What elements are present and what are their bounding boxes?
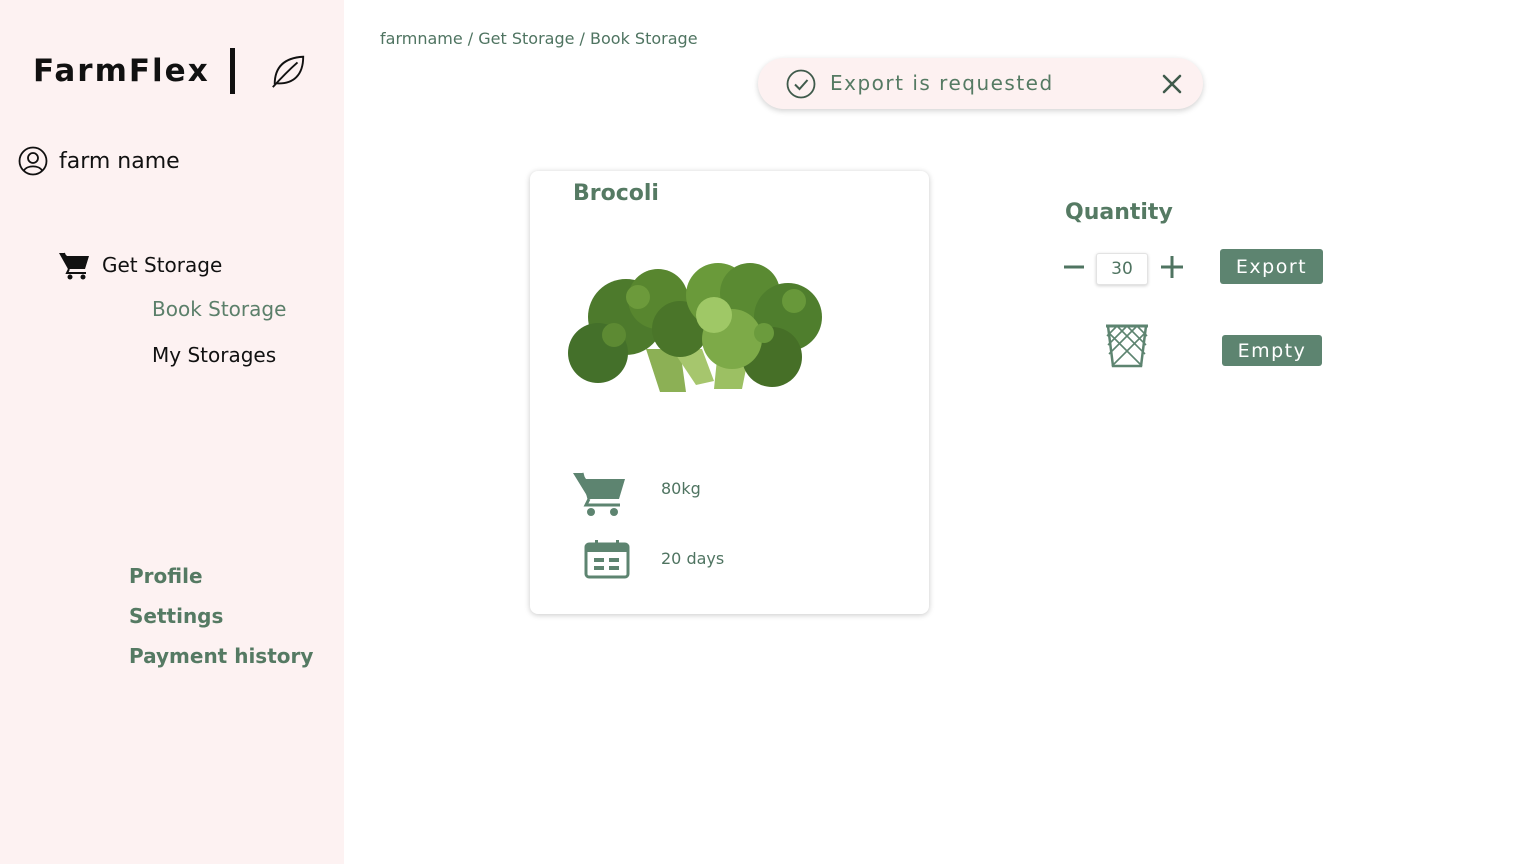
product-title: Brocoli	[573, 181, 659, 206]
sidebar: FarmFlex farm name Get Storage Book Stor…	[0, 0, 344, 864]
minus-icon[interactable]	[1062, 252, 1086, 282]
sidebar-item-my-storages[interactable]: My Storages	[152, 343, 276, 367]
trash-icon[interactable]	[1104, 323, 1150, 369]
product-weight: 80kg	[661, 479, 701, 498]
empty-button[interactable]: Empty	[1222, 335, 1322, 366]
sidebar-item-get-storage[interactable]: Get Storage	[58, 250, 222, 280]
user-profile[interactable]: farm name	[18, 146, 180, 176]
user-name: farm name	[59, 148, 180, 174]
sidebar-item-book-storage[interactable]: Book Storage	[152, 297, 286, 321]
product-card: Brocoli 80kg 20 days	[530, 171, 929, 614]
sidebar-item-label: Get Storage	[102, 253, 223, 277]
leaf-icon	[271, 55, 304, 88]
quantity-input[interactable]	[1096, 253, 1148, 285]
close-icon[interactable]	[1160, 72, 1184, 96]
cart-icon	[573, 472, 625, 516]
storage-duration: 20 days	[661, 549, 725, 568]
logo: FarmFlex	[33, 48, 307, 94]
toast-notification: Export is requested	[758, 58, 1203, 109]
breadcrumb: farmname / Get Storage / Book Storage	[380, 29, 698, 48]
logo-divider	[229, 48, 235, 94]
cart-icon	[59, 252, 89, 280]
sidebar-item-settings[interactable]: Settings	[129, 604, 223, 628]
toast-message: Export is requested	[830, 71, 1054, 95]
logo-text: FarmFlex	[33, 53, 210, 89]
broccoli-image	[568, 263, 822, 392]
quantity-label: Quantity	[1065, 200, 1173, 225]
sidebar-item-payment-history[interactable]: Payment history	[129, 644, 313, 668]
user-circle-icon	[18, 146, 48, 176]
plus-icon[interactable]	[1159, 254, 1185, 280]
check-circle-icon	[786, 69, 816, 99]
export-button[interactable]: Export	[1220, 249, 1323, 284]
sidebar-item-profile[interactable]: Profile	[129, 564, 203, 588]
calendar-icon	[584, 540, 630, 579]
